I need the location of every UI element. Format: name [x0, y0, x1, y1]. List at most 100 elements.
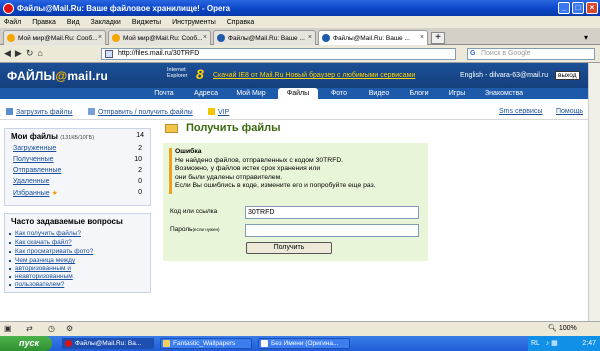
- faq-link-cont[interactable]: пользователем?: [5, 281, 150, 289]
- faq-link[interactable]: Как просматривать фото?: [5, 248, 150, 256]
- tab-close-icon[interactable]: ×: [98, 34, 102, 41]
- language-indicator[interactable]: RL: [531, 340, 540, 347]
- error-line: Возможно, у файлов истек срок хранения и…: [175, 165, 321, 172]
- list-item: Отправленные 2: [5, 167, 150, 178]
- menu-help[interactable]: Справка: [227, 19, 254, 26]
- logout-button[interactable]: выход: [555, 71, 580, 80]
- service-files[interactable]: Файлы: [278, 88, 318, 99]
- send-receive-link[interactable]: Отправить / получить файлы: [88, 108, 193, 116]
- unite-icon[interactable]: ◷: [48, 324, 55, 333]
- tab-list-icon[interactable]: ▾: [584, 33, 588, 42]
- tray-network-icon[interactable]: ▦: [551, 340, 558, 347]
- home-icon[interactable]: ⌂: [37, 48, 42, 59]
- folder-uploaded-link[interactable]: Загруженные: [13, 145, 56, 156]
- folder-count: 0: [138, 178, 142, 185]
- start-button[interactable]: пуск: [0, 336, 52, 351]
- lang-link[interactable]: English: [460, 72, 483, 79]
- ie8-number: 8: [196, 66, 204, 82]
- taskbar-item[interactable]: Fantastic_Wallpapers: [160, 338, 252, 349]
- folder-favorites-link[interactable]: Избранные: [13, 190, 50, 197]
- reload-icon[interactable]: ↻: [26, 48, 34, 59]
- service-mymir[interactable]: Мой Мир: [226, 88, 276, 99]
- menu-tools[interactable]: Инструменты: [172, 19, 216, 26]
- password-label: Пароль(если нужен): [170, 226, 220, 233]
- user-email[interactable]: dilvara-63@mail.ru: [489, 72, 548, 79]
- maximize-button[interactable]: □: [572, 2, 584, 14]
- folder-deleted-link[interactable]: Удаленные: [13, 178, 50, 189]
- help-link[interactable]: Помощь: [556, 108, 583, 115]
- folder-sent-link[interactable]: Отправленные: [13, 167, 61, 178]
- tab-close-icon[interactable]: ×: [420, 34, 424, 41]
- crown-icon: [208, 108, 215, 115]
- my-files-box: Мои файлы (131КБ/10ГБ) 14 Загруженные 2 По…: [4, 128, 151, 206]
- menu-bar: Файл Правка Вид Закладки Виджеты Инструм…: [0, 16, 600, 28]
- taskbar-item-label: Fantastic_Wallpapers: [173, 340, 236, 347]
- service-blogs[interactable]: Блоги: [399, 88, 439, 99]
- zoom-control[interactable]: 🔍︎ 100%: [548, 324, 577, 332]
- tab-close-icon[interactable]: ×: [203, 34, 207, 41]
- upload-files-link[interactable]: Загрузить файлы: [6, 108, 73, 116]
- window-title: Файлы@Mail.Ru: Ваше файловое хранилище! …: [17, 3, 231, 13]
- forward-icon[interactable]: ▶: [15, 48, 22, 59]
- magnifier-icon: 🔍︎: [548, 325, 557, 332]
- send-label: Отправить / получить файлы: [98, 109, 193, 116]
- faq-title: Часто задаваемые вопросы: [11, 217, 123, 226]
- service-mail[interactable]: Почта: [146, 88, 182, 99]
- site-logo[interactable]: ФАЙЛЫ@mail.ru: [7, 69, 108, 83]
- vip-link[interactable]: VIP: [208, 108, 229, 116]
- menu-file[interactable]: Файл: [4, 19, 21, 26]
- faq-link-cont[interactable]: неавторизованным: [5, 273, 150, 281]
- taskbar-item-label: Файлы@Mail.Ru: Ва...: [75, 340, 142, 347]
- address-input[interactable]: http://files.mail.ru/30TRFD: [101, 48, 456, 60]
- windows-taskbar: пуск Файлы@Mail.Ru: Ва... Fantastic_Wall…: [0, 336, 600, 351]
- new-tab-button[interactable]: +: [431, 32, 445, 44]
- browser-tab[interactable]: Мой мир@Mail.Ru: Сооб... ×: [3, 30, 106, 45]
- browser-tab[interactable]: Файлы@Mail.Ru: Ваше ... ×: [213, 30, 316, 45]
- search-input[interactable]: G Поиск в Google: [467, 48, 595, 60]
- faq-link[interactable]: Как скачать файл?: [5, 239, 150, 247]
- taskbar-item[interactable]: Без Имени (Оригина...: [258, 338, 350, 349]
- folder-received-link[interactable]: Полученные: [13, 156, 54, 167]
- site-header: ФАЙЛЫ@mail.ru Internet Explorer 8 Скачай …: [0, 63, 588, 88]
- menu-view[interactable]: Вид: [67, 19, 80, 26]
- service-games[interactable]: Игры: [440, 88, 474, 99]
- list-item: Избранные ★ 0: [5, 189, 150, 200]
- faq-link-cont[interactable]: авторизованным и: [5, 265, 150, 273]
- ie8-promo-link[interactable]: Скачай IE8 от Mail.Ru Новый браузер с лю…: [213, 72, 415, 79]
- tray-volume-icon[interactable]: ♪: [546, 340, 550, 347]
- tab-favicon-icon: [322, 34, 330, 42]
- menu-bookmarks[interactable]: Закладки: [91, 19, 121, 26]
- faq-box: Часто задаваемые вопросы Как получить фа…: [4, 213, 151, 293]
- ie-logo[interactable]: Internet Explorer: [167, 67, 187, 79]
- faq-link[interactable]: Чем разница между: [5, 257, 150, 265]
- menu-edit[interactable]: Правка: [32, 19, 56, 26]
- page-icon: [105, 50, 113, 58]
- taskbar-item[interactable]: Файлы@Mail.Ru: Ва...: [62, 338, 154, 349]
- faq-link[interactable]: Как получить файлы?: [5, 230, 150, 238]
- tab-bar: Мой мир@Mail.Ru: Сооб... × Мой мир@Mail.…: [0, 28, 600, 45]
- back-icon[interactable]: ◀: [4, 48, 11, 59]
- get-files-button[interactable]: Получить: [246, 242, 332, 254]
- browser-tab-active[interactable]: Файлы@Mail.Ru: Ваше ... ×: [318, 30, 428, 45]
- service-photo[interactable]: Фото: [320, 88, 358, 99]
- turbo-icon[interactable]: ⚙: [66, 324, 73, 333]
- my-files-title: Мои файлы: [11, 132, 58, 141]
- tab-close-icon[interactable]: ×: [308, 34, 312, 41]
- code-input[interactable]: 30TRFD: [245, 206, 419, 219]
- speed-dial-icon[interactable]: ⇄: [26, 324, 33, 333]
- services-nav: Почта Адреса Мой Мир Файлы Фото Видео Бл…: [0, 88, 588, 99]
- sms-services-link[interactable]: Sms сервисы: [499, 108, 542, 115]
- menu-widgets[interactable]: Виджеты: [132, 19, 161, 26]
- service-video[interactable]: Видео: [360, 88, 398, 99]
- opera-icon: [65, 340, 72, 347]
- error-line: Не найдено файлов, отправленных с кодом …: [175, 156, 344, 164]
- close-window-button[interactable]: ×: [586, 2, 598, 14]
- service-dating[interactable]: Знакомства: [475, 88, 533, 99]
- password-input[interactable]: [245, 224, 419, 237]
- vertical-scrollbar[interactable]: [588, 63, 600, 321]
- tab-favicon-icon: [217, 34, 225, 42]
- service-contacts[interactable]: Адреса: [186, 88, 226, 99]
- browser-tab[interactable]: Мой мир@Mail.Ru: Сооб... ×: [108, 30, 211, 45]
- minimize-button[interactable]: _: [558, 2, 570, 14]
- panel-toggle-icon[interactable]: ▣: [4, 324, 12, 333]
